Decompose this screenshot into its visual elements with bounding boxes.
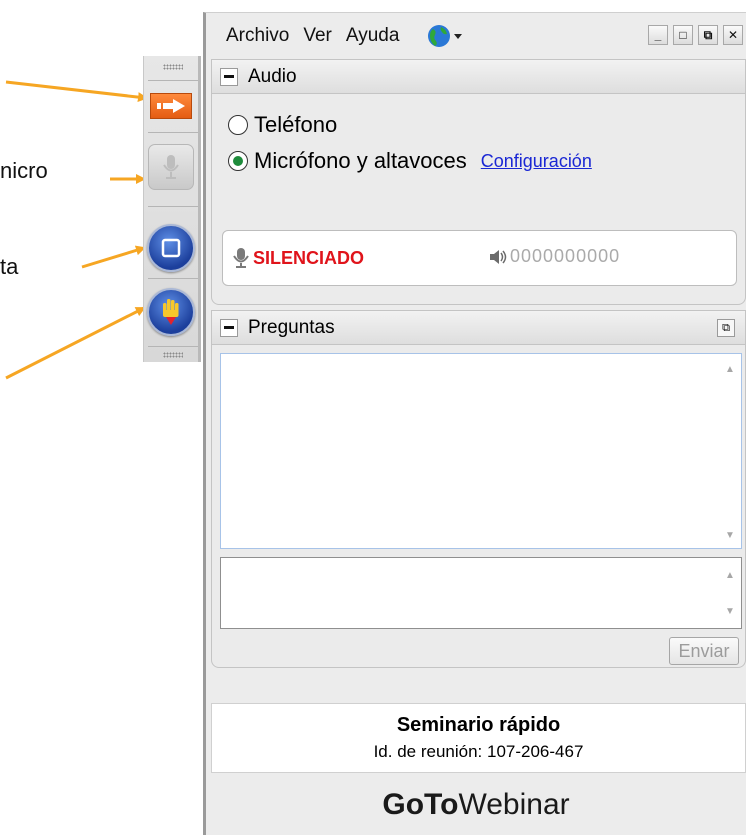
menu-archivo[interactable]: Archivo: [226, 25, 289, 47]
expand-panel-button[interactable]: [150, 93, 192, 119]
phone-radio[interactable]: [228, 115, 248, 135]
annotation-label-mic: nicro: [0, 158, 48, 183]
meeting-id: Id. de reunión: 107-206-467: [373, 742, 584, 761]
arrow-to-expand-button: [5, 80, 148, 103]
questions-panel-title: Preguntas: [248, 316, 335, 338]
send-button[interactable]: Enviar: [669, 637, 739, 665]
globe-icon: [428, 25, 451, 47]
audio-panel-header: Audio: [212, 60, 745, 94]
audio-status-box: SILENCIADO 0000000000: [222, 230, 737, 286]
microphone-button[interactable]: [148, 144, 194, 190]
mute-status-text: SILENCIADO: [253, 247, 365, 268]
square-icon: [161, 238, 181, 258]
chevron-down-icon: [454, 34, 463, 39]
toolbar-divider: [148, 80, 198, 81]
restore-button[interactable]: ⧉: [698, 25, 718, 45]
mute-status[interactable]: SILENCIADO: [233, 247, 364, 269]
audio-panel-title: Audio: [248, 65, 297, 87]
toolbar-grip-top[interactable]: [163, 64, 183, 70]
toolbar-divider: [148, 346, 198, 347]
toolbar-divider: [148, 132, 198, 133]
annotation-label-screen: ta: [0, 254, 19, 279]
pop-out-button[interactable]: ⧉: [717, 319, 735, 337]
audio-settings-link[interactable]: Configuración: [481, 151, 592, 172]
minus-icon: [224, 75, 234, 78]
arrow-right-icon: [157, 99, 185, 113]
scroll-down-icon[interactable]: ▼: [723, 528, 737, 542]
language-menu[interactable]: [427, 24, 463, 48]
minus-icon: [224, 326, 234, 329]
questions-panel: Preguntas ⧉ ▲ ▼ ▲ ▼ Enviar: [211, 310, 746, 668]
scroll-up-icon[interactable]: ▲: [723, 568, 737, 582]
level-meter-bars: 0000000000: [510, 246, 621, 266]
brand-bold: GoTo: [382, 787, 459, 821]
session-title: Seminario rápido: [396, 714, 561, 736]
question-input[interactable]: ▲ ▼: [220, 557, 742, 629]
questions-panel-header: Preguntas ⧉: [212, 311, 745, 345]
collapse-questions-button[interactable]: [220, 318, 238, 337]
collapse-audio-button[interactable]: [220, 67, 238, 86]
microphone-muted-icon: [233, 248, 249, 268]
toolbar-grip-bottom[interactable]: [163, 352, 183, 358]
selected-dot: [233, 156, 243, 166]
scroll-up-icon[interactable]: ▲: [723, 362, 737, 376]
mic-speakers-radio[interactable]: [228, 151, 248, 171]
brand-logo: GoTo Webinar: [206, 773, 746, 835]
toolbar-divider: [148, 206, 198, 207]
screen-button[interactable]: [147, 224, 195, 272]
control-toolbar: [143, 56, 201, 362]
hand-icon: [163, 299, 179, 325]
maximize-button[interactable]: □: [673, 25, 693, 45]
mic-speakers-label: Micrófono y altavoces: [254, 148, 467, 173]
questions-log[interactable]: ▲ ▼: [220, 353, 742, 549]
phone-option-label: Teléfono: [254, 112, 338, 137]
raise-hand-button[interactable]: [147, 288, 195, 336]
speaker-icon: [490, 249, 507, 264]
gotowebinar-control-panel: Archivo Ver Ayuda _ □ ⧉ ✕ Audio Teléfono: [203, 12, 746, 835]
audio-panel: Audio Teléfono Micrófono y altavoces Con…: [211, 59, 746, 305]
brand-light: Webinar: [458, 787, 570, 821]
window-controls: _ □ ⧉ ✕: [648, 25, 743, 45]
phone-option[interactable]: Teléfono: [228, 112, 337, 138]
mic-speakers-option[interactable]: Micrófono y altavoces Configuración: [228, 148, 592, 174]
scroll-down-icon[interactable]: ▼: [723, 604, 737, 618]
minimize-button[interactable]: _: [648, 25, 668, 45]
arrow-to-hand-button: [5, 306, 146, 380]
audio-level-meter: 0000000000: [488, 246, 620, 267]
microphone-icon: [163, 155, 179, 179]
close-button[interactable]: ✕: [723, 25, 743, 45]
menu-ayuda[interactable]: Ayuda: [346, 25, 400, 47]
toolbar-divider: [148, 278, 198, 279]
session-info: Seminario rápido Id. de reunión: 107-206…: [211, 703, 746, 773]
menu-ver[interactable]: Ver: [303, 25, 332, 47]
arrow-to-screen-button: [81, 245, 146, 269]
